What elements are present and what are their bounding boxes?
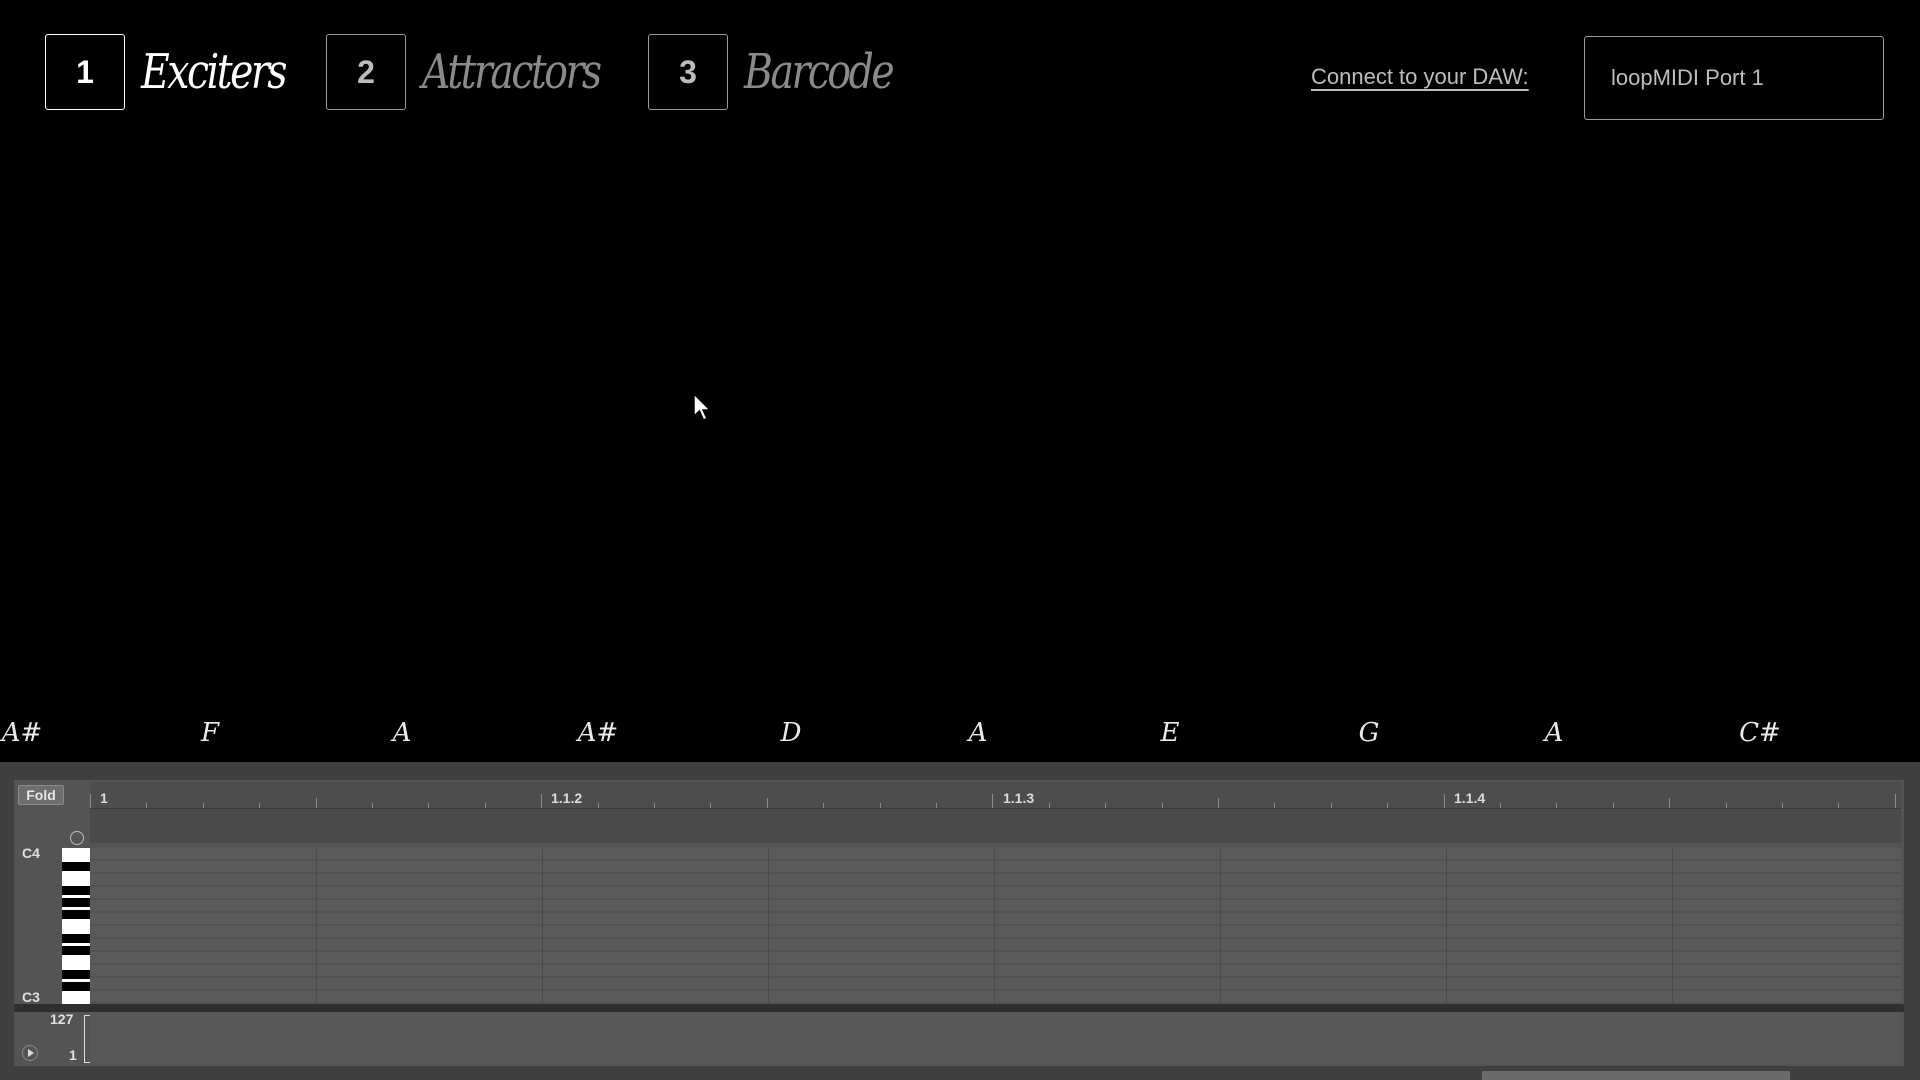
tab-attractors[interactable]: 2 Attractors bbox=[326, 34, 639, 110]
ruler-tick bbox=[1725, 803, 1727, 808]
tab-exciters[interactable]: 1 Exciters bbox=[45, 34, 317, 110]
ruler-tick bbox=[1274, 803, 1276, 808]
bar-label: 1 bbox=[100, 790, 108, 806]
ruler-tick bbox=[428, 803, 430, 808]
ruler-tick bbox=[1894, 794, 1896, 808]
ruler-tick bbox=[936, 803, 937, 808]
ruler-tick bbox=[654, 803, 655, 808]
ruler-tick bbox=[202, 803, 204, 808]
ruler-tick bbox=[1838, 803, 1840, 808]
ruler-tick bbox=[484, 803, 486, 808]
tab-number: 2 bbox=[326, 34, 406, 110]
midi-port-select[interactable]: loopMIDI Port 1 bbox=[1584, 36, 1884, 120]
ruler-tick bbox=[1612, 803, 1614, 808]
key-label-low: C3 bbox=[22, 989, 40, 1005]
ruler-tick bbox=[372, 803, 373, 808]
ruler-tick bbox=[1782, 803, 1783, 808]
ruler-tick bbox=[1330, 803, 1332, 808]
tab-label: Attractors bbox=[422, 44, 602, 100]
play-icon[interactable] bbox=[22, 1045, 38, 1061]
ruler-tick bbox=[541, 794, 543, 808]
key-label-high: C4 bbox=[22, 845, 40, 861]
note-label: A# bbox=[577, 718, 619, 748]
note-grid[interactable] bbox=[90, 848, 1901, 1004]
velocity-lane[interactable] bbox=[90, 1012, 1901, 1064]
ruler-tick bbox=[879, 803, 881, 808]
note-label: A bbox=[1544, 718, 1564, 748]
note-label: D bbox=[780, 718, 802, 748]
ruler-tick bbox=[315, 798, 317, 808]
timeline-ruler[interactable]: 1 1.1.2 1.1.3 1.1.4 bbox=[90, 782, 1901, 809]
ruler-tick bbox=[90, 794, 91, 808]
ruler-tick bbox=[1218, 798, 1219, 808]
tab-label: Exciters bbox=[141, 44, 287, 100]
bar-label: 1.1.3 bbox=[1003, 790, 1035, 806]
note-label: C# bbox=[1739, 718, 1781, 748]
ruler-tick bbox=[1443, 794, 1445, 808]
note-row: A# F A A# D A E G A C# bbox=[0, 718, 1920, 752]
ruler-tick bbox=[992, 794, 994, 808]
ruler-tick bbox=[259, 803, 261, 808]
velocity-min-label: 1 bbox=[69, 1047, 77, 1063]
horizontal-scrollbar[interactable] bbox=[1482, 1071, 1790, 1080]
ruler-tick bbox=[146, 803, 148, 808]
note-label: A bbox=[392, 718, 412, 748]
tab-number: 1 bbox=[45, 34, 125, 110]
ruler-tick bbox=[823, 803, 825, 808]
tab-label: Barcode bbox=[744, 44, 895, 100]
ruler-tick bbox=[1048, 803, 1050, 808]
ruler-tick bbox=[710, 803, 712, 808]
ruler-tick bbox=[1387, 803, 1389, 808]
ruler-tick bbox=[1669, 798, 1671, 808]
ruler-tick bbox=[1500, 803, 1501, 808]
bar-label: 1.1.4 bbox=[1454, 790, 1486, 806]
note-label: E bbox=[1160, 718, 1180, 748]
mouse-cursor-icon bbox=[693, 393, 712, 421]
note-label: A bbox=[968, 718, 988, 748]
fold-toggle-icon[interactable] bbox=[70, 831, 84, 845]
ruler-tick bbox=[597, 803, 599, 808]
bar-label: 1.1.2 bbox=[551, 790, 583, 806]
tab-number: 3 bbox=[648, 34, 728, 110]
panel-divider[interactable] bbox=[14, 1004, 1904, 1012]
velocity-max-label: 127 bbox=[50, 1011, 74, 1027]
ruler-tick bbox=[1556, 803, 1558, 808]
tab-barcode[interactable]: 3 Barcode bbox=[648, 34, 925, 110]
note-label: G bbox=[1358, 718, 1380, 748]
note-label: A# bbox=[1, 718, 43, 748]
fold-lane bbox=[90, 809, 1901, 843]
ruler-tick bbox=[766, 798, 768, 808]
piano-keyboard[interactable] bbox=[62, 848, 90, 1004]
ruler-tick bbox=[1161, 803, 1163, 808]
connect-daw-link[interactable]: Connect to your DAW: bbox=[1311, 64, 1529, 90]
note-label: F bbox=[200, 718, 220, 748]
fold-button[interactable]: Fold bbox=[18, 785, 64, 805]
ruler-tick bbox=[1105, 803, 1107, 808]
